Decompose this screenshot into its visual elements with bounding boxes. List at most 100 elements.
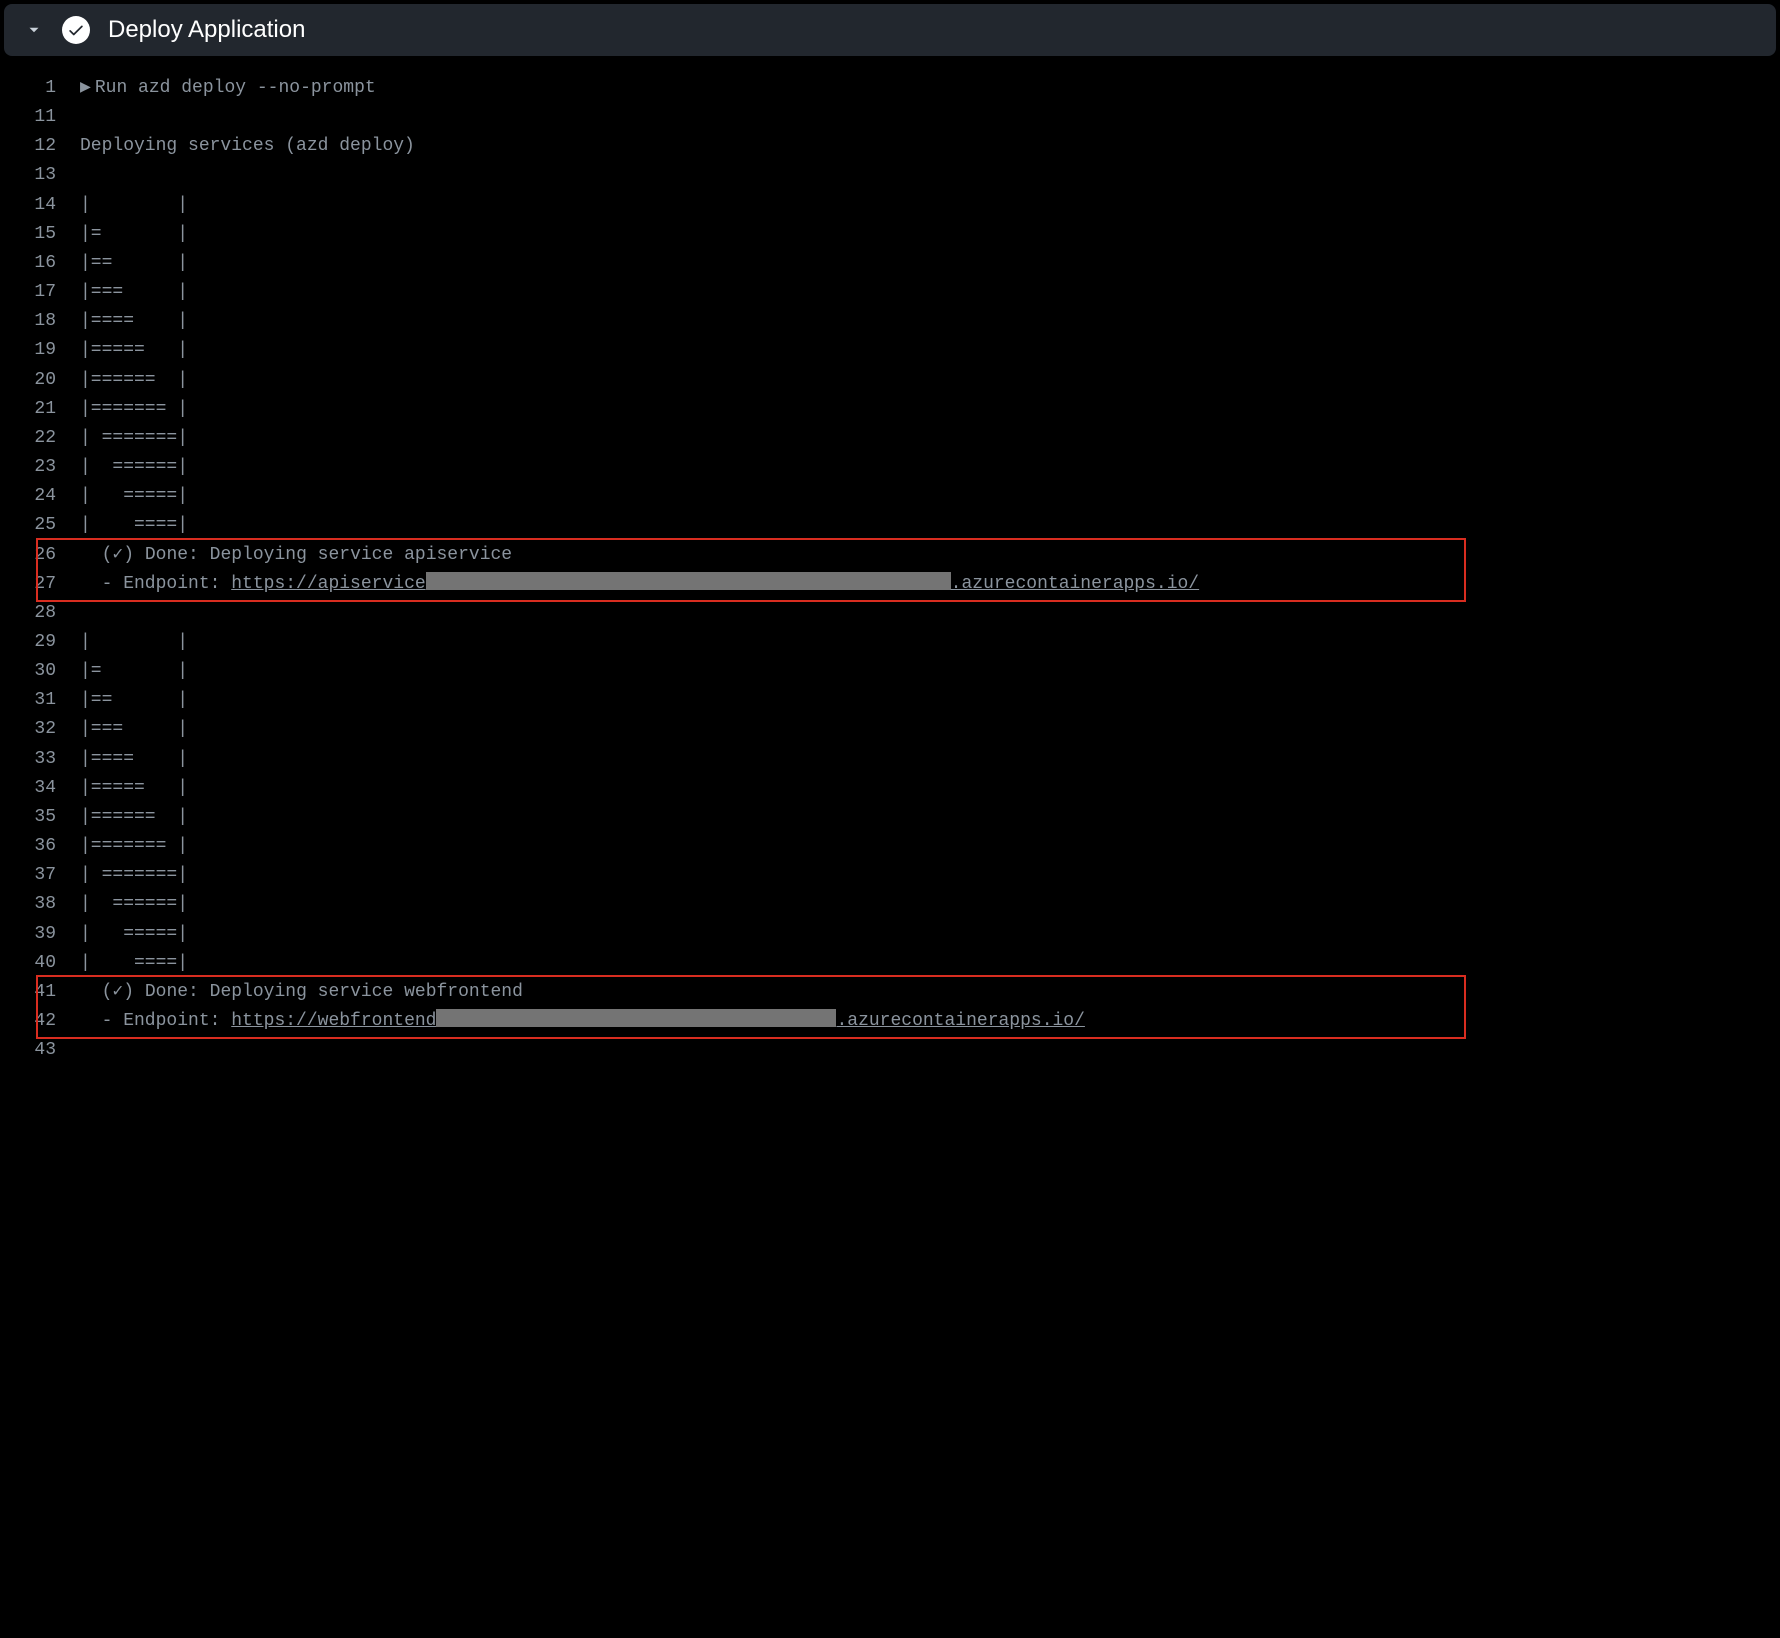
line-number: 35 [0,803,80,832]
line-number: 26 [0,541,80,570]
log-line: 16|== | [0,249,1780,278]
line-number: 17 [0,278,80,307]
log-line: 12Deploying services (azd deploy) [0,132,1780,161]
line-content: | =======| [80,861,188,890]
log-line: 21|======= | [0,395,1780,424]
log-line: 14| | [0,191,1780,220]
line-number: 29 [0,628,80,657]
line-content: Deploying services (azd deploy) [80,132,415,161]
log-line: 30|= | [0,657,1780,686]
log-output: 1▶Run azd deploy --no-prompt1112Deployin… [0,60,1780,1085]
line-number: 27 [0,570,80,599]
line-content: - Endpoint: https://apiservice.azurecont… [80,570,1199,599]
log-line: 28 [0,599,1780,628]
line-content: | ======| [80,453,188,482]
line-content: (✓) Done: Deploying service apiservice [80,541,512,570]
line-number: 20 [0,366,80,395]
log-line: 38| ======| [0,890,1780,919]
line-number: 43 [0,1036,80,1065]
log-line: 17|=== | [0,278,1780,307]
line-content: |===== | [80,336,188,365]
line-number: 42 [0,1007,80,1036]
line-content: | =====| [80,920,188,949]
line-content: | | [80,628,188,657]
line-content: (✓) Done: Deploying service webfrontend [80,978,523,1007]
line-content: |=== | [80,715,188,744]
log-line: 33|==== | [0,745,1780,774]
log-line: 18|==== | [0,307,1780,336]
line-number: 11 [0,103,80,132]
line-number: 14 [0,191,80,220]
log-line: 11 [0,103,1780,132]
line-number: 16 [0,249,80,278]
line-content: |======= | [80,395,188,424]
line-content: |=== | [80,278,188,307]
log-step-header[interactable]: Deploy Application [4,4,1776,56]
log-line: 41 (✓) Done: Deploying service webfronte… [0,978,1780,1007]
log-line: 19|===== | [0,336,1780,365]
line-content: |======= | [80,832,188,861]
log-line: 1▶Run azd deploy --no-prompt [0,74,1780,103]
line-number: 12 [0,132,80,161]
log-line: 43 [0,1036,1780,1065]
line-content: |= | [80,657,188,686]
line-number: 23 [0,453,80,482]
log-line: 29| | [0,628,1780,657]
log-line: 40| ====| [0,949,1780,978]
log-line: 27 - Endpoint: https://apiservice.azurec… [0,570,1780,599]
line-number: 21 [0,395,80,424]
line-number: 38 [0,890,80,919]
line-content: |====== | [80,803,188,832]
redacted-segment [426,572,951,590]
line-number: 36 [0,832,80,861]
line-number: 1 [0,74,80,103]
log-line: 20|====== | [0,366,1780,395]
line-content: |== | [80,249,188,278]
log-line: 23| ======| [0,453,1780,482]
line-number: 28 [0,599,80,628]
chevron-down-icon[interactable] [24,20,44,40]
line-number: 37 [0,861,80,890]
log-line: 25| ====| [0,511,1780,540]
line-content: |== | [80,686,188,715]
line-content: | | [80,191,188,220]
log-line: 15|= | [0,220,1780,249]
line-number: 25 [0,511,80,540]
log-line: 36|======= | [0,832,1780,861]
endpoint-link[interactable]: https://apiservice.azurecontainerapps.io… [231,574,1199,594]
caret-right-icon[interactable]: ▶ [80,74,91,103]
line-number: 13 [0,161,80,190]
line-number: 41 [0,978,80,1007]
log-line: 24| =====| [0,482,1780,511]
line-content: - Endpoint: https://webfrontend.azurecon… [80,1007,1085,1036]
line-content: |==== | [80,745,188,774]
line-number: 40 [0,949,80,978]
line-content: | =======| [80,424,188,453]
log-line: 39| =====| [0,920,1780,949]
line-number: 39 [0,920,80,949]
endpoint-link[interactable]: https://webfrontend.azurecontainerapps.i… [231,1011,1085,1031]
line-content: | ====| [80,511,188,540]
log-line: 34|===== | [0,774,1780,803]
line-content: |= | [80,220,188,249]
line-content: | ====| [80,949,188,978]
line-number: 19 [0,336,80,365]
line-content: |===== | [80,774,188,803]
line-content: | =====| [80,482,188,511]
log-line: 32|=== | [0,715,1780,744]
line-number: 30 [0,657,80,686]
line-content: |==== | [80,307,188,336]
line-number: 22 [0,424,80,453]
line-number: 31 [0,686,80,715]
log-line: 31|== | [0,686,1780,715]
redacted-segment [436,1009,836,1027]
line-content: ▶Run azd deploy --no-prompt [80,74,376,103]
log-line: 26 (✓) Done: Deploying service apiservic… [0,541,1780,570]
log-line: 13 [0,161,1780,190]
line-number: 18 [0,307,80,336]
log-line: 42 - Endpoint: https://webfrontend.azure… [0,1007,1780,1036]
line-content: | ======| [80,890,188,919]
log-line: 37| =======| [0,861,1780,890]
line-number: 32 [0,715,80,744]
line-content: |====== | [80,366,188,395]
